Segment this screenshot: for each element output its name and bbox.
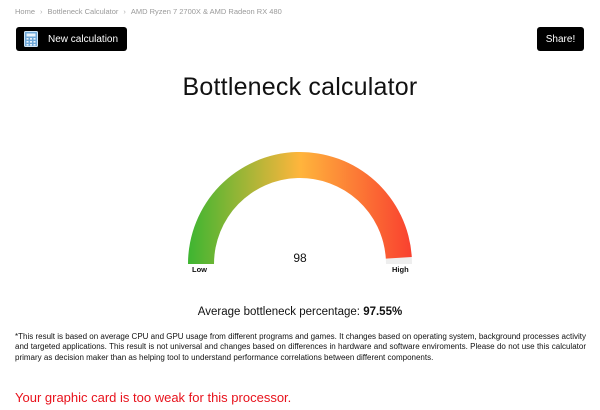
new-calculation-button[interactable]: New calculation (16, 27, 127, 51)
calculator-icon (24, 31, 38, 47)
breadcrumb-separator: › (123, 7, 126, 16)
gauge-high-label: High (392, 265, 409, 274)
gauge-fill (188, 151, 412, 264)
share-button[interactable]: Share! (537, 27, 584, 51)
gauge-value: 98 (293, 251, 307, 265)
gauge-low-label: Low (192, 265, 207, 274)
breadcrumb-separator: › (40, 7, 43, 16)
verdict-message: Your graphic card is too weak for this p… (15, 390, 292, 405)
breadcrumb: Home › Bottleneck Calculator › AMD Ryzen… (15, 7, 282, 16)
average-bottleneck-label: Average bottleneck percentage: (197, 306, 360, 318)
breadcrumb-current: AMD Ryzen 7 2700X & AMD Radeon RX 480 (130, 7, 282, 16)
bottleneck-gauge: 98 Low High (180, 148, 420, 278)
share-label: Share! (545, 33, 576, 45)
breadcrumb-home[interactable]: Home (15, 7, 35, 16)
average-bottleneck-value: 97.55% (363, 306, 403, 318)
breadcrumb-bottleneck-calculator[interactable]: Bottleneck Calculator (48, 7, 119, 16)
average-bottleneck: Average bottleneck percentage: 97.55% (0, 306, 600, 318)
page: Home › Bottleneck Calculator › AMD Ryzen… (0, 0, 600, 410)
disclaimer-text: *This result is based on average CPU and… (15, 332, 586, 362)
page-title: Bottleneck calculator (182, 73, 418, 101)
new-calculation-label: New calculation (48, 33, 119, 45)
